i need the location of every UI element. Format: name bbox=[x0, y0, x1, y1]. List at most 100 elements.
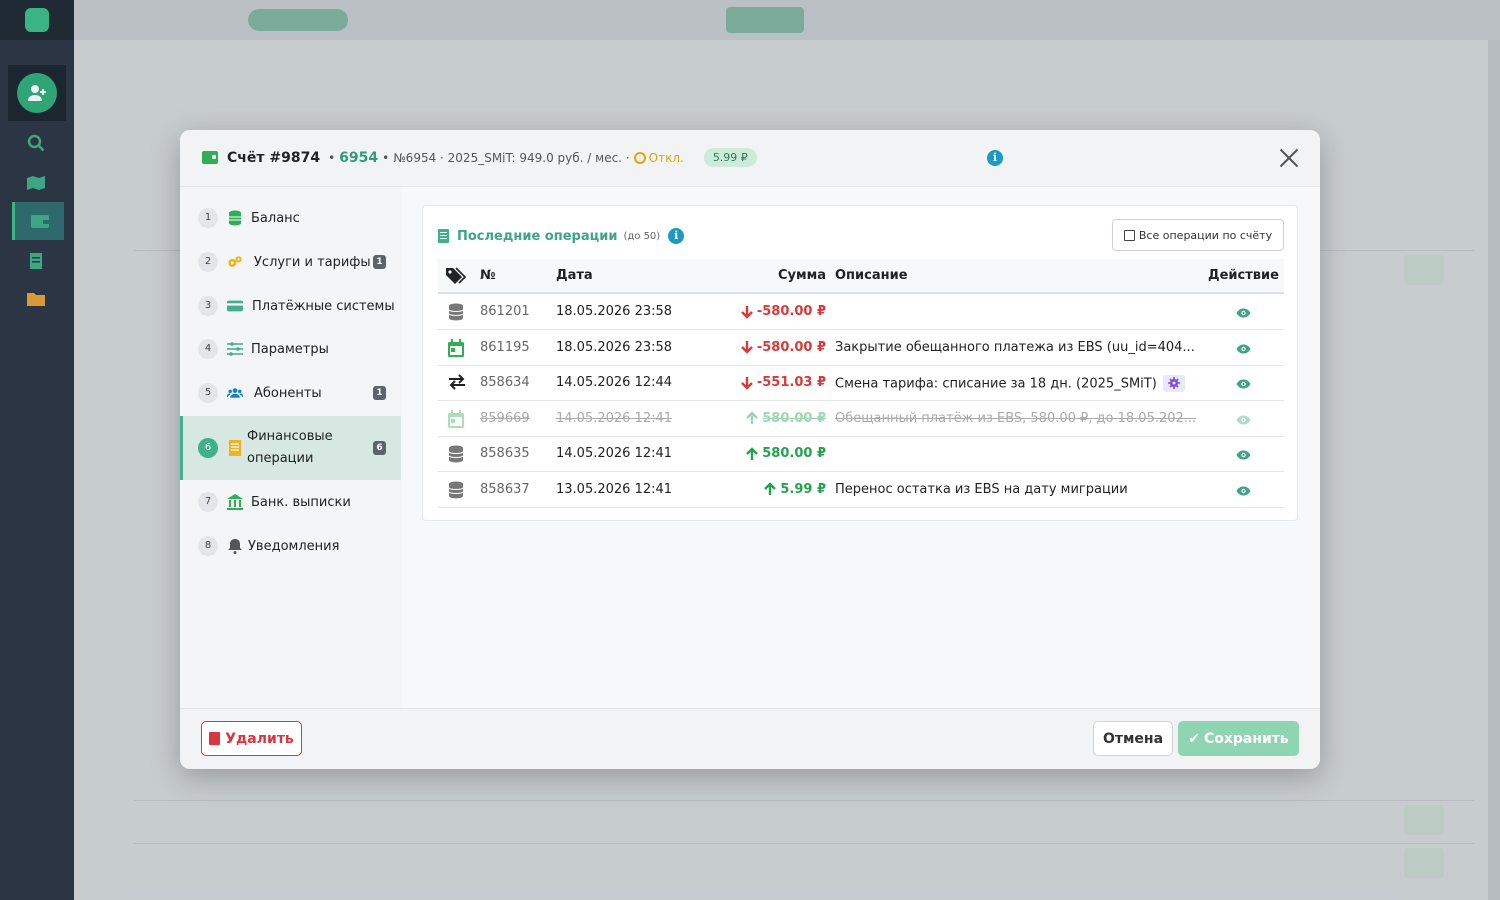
operation-date: 13.05.2026 12:41 bbox=[556, 481, 673, 497]
nav-number: 4 bbox=[198, 339, 218, 359]
operation-number[interactable]: 861201 bbox=[480, 304, 530, 319]
info-icon[interactable]: i bbox=[668, 228, 685, 244]
nav-number: 6 bbox=[198, 438, 218, 458]
modal-content: Последние операции (до 50) i Все операци… bbox=[401, 187, 1320, 708]
status-label: Откл. bbox=[648, 150, 684, 165]
calendar-icon bbox=[448, 338, 466, 357]
operation-sum: 580.00 ₽ bbox=[745, 446, 826, 461]
gear-icon[interactable] bbox=[1162, 375, 1185, 392]
nav-count-badge: 1 bbox=[373, 386, 386, 400]
operation-number[interactable]: 861195 bbox=[480, 340, 530, 355]
table-header: № Дата Сумма Описание Действие bbox=[438, 259, 1284, 294]
column-header-description[interactable]: Описание bbox=[835, 268, 908, 283]
operation-sum-value: 580.00 ₽ bbox=[762, 446, 826, 461]
operation-number[interactable]: 858634 bbox=[480, 375, 530, 390]
arrow-down-icon bbox=[740, 376, 754, 390]
nav-number: 8 bbox=[198, 536, 218, 556]
table-row[interactable]: 858634 14.05.2026 12:44 -551.03 ₽ Смена тар… bbox=[438, 365, 1284, 401]
nav-label: Услуги и тарифы bbox=[254, 254, 371, 270]
database-icon bbox=[448, 445, 466, 463]
nav-item-notifications[interactable]: 8 Уведомления bbox=[180, 528, 401, 564]
operation-description: Смена тарифа: списание за 18 дн. (2025_S… bbox=[835, 375, 1200, 393]
check-icon: ✔ bbox=[1188, 730, 1200, 747]
calendar-icon bbox=[448, 409, 466, 428]
operation-sum: 580.00 ₽ bbox=[745, 411, 826, 426]
nav-item-balance[interactable]: 1 Баланс bbox=[180, 200, 401, 236]
nav-count-badge: 6 bbox=[373, 441, 386, 455]
nav-label: Уведомления bbox=[248, 538, 340, 554]
bell-icon bbox=[227, 538, 243, 554]
nav-label: Платёжные системы bbox=[252, 298, 395, 314]
info-icon[interactable]: i bbox=[987, 150, 1003, 166]
operation-description-text: Обещанный платёж из EBS, 580.00 ₽, до 18… bbox=[835, 410, 1197, 426]
exchange-icon bbox=[448, 374, 466, 392]
nav-item-services[interactable]: 2 Услуги и тарифы 1 bbox=[180, 244, 401, 280]
column-header-sum[interactable]: Сумма bbox=[778, 268, 826, 283]
account-modal: Счёт #9874 • 6954 • №6954 · 2025_SMiT: 9… bbox=[180, 130, 1320, 769]
operation-description: Обещанный платёж из EBS, 580.00 ₽, до 18… bbox=[835, 411, 1200, 426]
eye-icon[interactable] bbox=[1236, 307, 1251, 318]
nav-item-bank-statements[interactable]: 7 Банк. выписки bbox=[180, 484, 401, 520]
card-title-text: Последние операции bbox=[457, 228, 618, 244]
account-number: 6954 bbox=[339, 149, 379, 166]
nav-label: Банк. выписки bbox=[251, 494, 351, 510]
nav-label: Баланс bbox=[251, 210, 300, 226]
eye-icon[interactable] bbox=[1236, 343, 1251, 353]
operation-number[interactable]: 858635 bbox=[480, 446, 530, 461]
operation-number[interactable]: 859669 bbox=[480, 411, 530, 426]
account-details: №6954 · 2025_SMiT: 949.0 руб. / мес. · bbox=[393, 150, 630, 165]
wallet-icon bbox=[202, 151, 218, 164]
database-icon bbox=[448, 481, 466, 499]
modal-sidebar: 1 Баланс 2 Услуги и тарифы 1 3 Платёжные… bbox=[180, 187, 401, 708]
operation-date: 18.05.2026 23:58 bbox=[556, 304, 673, 319]
table-row[interactable]: 861201 18.05.2026 23:58 -580.00 ₽ bbox=[438, 294, 1284, 330]
operation-description: Закрытие обещанного платежа из EBS (uu_i… bbox=[835, 340, 1200, 355]
save-button[interactable]: ✔ Сохранить bbox=[1178, 721, 1299, 756]
eye-icon[interactable] bbox=[1236, 485, 1251, 495]
operation-description: Перенос остатка из EBS на дату миграции bbox=[835, 482, 1200, 497]
operation-sum-value: 5.99 ₽ bbox=[780, 481, 826, 497]
nav-item-financial-operations[interactable]: 6 Финансовые операции 6 bbox=[180, 416, 401, 480]
operation-sum: -580.00 ₽ bbox=[740, 340, 826, 355]
operation-sum: -580.00 ₽ bbox=[740, 304, 826, 319]
operation-date: 14.05.2026 12:41 bbox=[556, 446, 673, 461]
tags-icon bbox=[446, 267, 468, 289]
eye-icon[interactable] bbox=[1236, 378, 1251, 389]
close-button[interactable] bbox=[1278, 147, 1300, 169]
eye-icon[interactable] bbox=[1236, 449, 1251, 460]
document-icon bbox=[438, 229, 449, 243]
delete-button[interactable]: Удалить bbox=[201, 721, 302, 756]
operation-date: 14.05.2026 12:44 bbox=[556, 375, 673, 390]
table-row[interactable]: 858635 14.05.2026 12:41 580.00 ₽ bbox=[438, 436, 1284, 472]
operation-description-text: Закрытие обещанного платежа из EBS (uu_i… bbox=[835, 339, 1195, 355]
credit-card-icon bbox=[227, 298, 243, 314]
delete-label: Удалить bbox=[225, 730, 294, 747]
nav-item-parameters[interactable]: 4 Параметры bbox=[180, 331, 401, 367]
operation-sum-value: -551.03 ₽ bbox=[756, 375, 826, 390]
card-subtitle: (до 50) bbox=[623, 230, 661, 242]
table-row[interactable]: 861195 18.05.2026 23:58 -580.00 ₽ Закрытие … bbox=[438, 330, 1284, 366]
modal-footer: Удалить Отмена ✔ Сохранить bbox=[180, 708, 1320, 769]
operation-sum: 5.99 ₽ bbox=[763, 482, 826, 497]
operation-description-text: Перенос остатка из EBS на дату миграции bbox=[835, 481, 1128, 497]
bank-icon bbox=[227, 494, 243, 510]
nav-item-subscribers[interactable]: 5 Абоненты 1 bbox=[180, 375, 401, 411]
column-header-date[interactable]: Дата bbox=[556, 268, 593, 283]
arrow-up-icon bbox=[745, 446, 759, 461]
nav-item-payment-systems[interactable]: 3 Платёжные системы bbox=[180, 288, 401, 324]
nav-number: 5 bbox=[198, 383, 218, 403]
operation-number[interactable]: 858637 bbox=[480, 482, 530, 497]
column-header-no[interactable]: № bbox=[480, 268, 496, 283]
table-row[interactable]: 858637 13.05.2026 12:41 5.99 ₽ Перенос оста… bbox=[438, 472, 1284, 508]
cancel-button[interactable]: Отмена bbox=[1093, 721, 1173, 756]
nav-number: 3 bbox=[198, 296, 218, 316]
cancel-label: Отмена bbox=[1102, 730, 1164, 747]
eye-icon[interactable] bbox=[1236, 414, 1251, 424]
table-row[interactable]: 859669 14.05.2026 12:41 580.00 ₽ Обещанный … bbox=[438, 401, 1284, 437]
all-operations-button[interactable]: Все операции по счёту bbox=[1112, 219, 1284, 251]
column-header-action[interactable]: Действие bbox=[1208, 268, 1279, 283]
modal-title: Счёт #9874 • 6954 • №6954 · 2025_SMiT: 9… bbox=[202, 148, 757, 167]
title-separator: • bbox=[382, 150, 390, 165]
nav-number: 1 bbox=[198, 208, 218, 228]
operation-description-text: Смена тарифа: списание за 18 дн. (2025_S… bbox=[835, 376, 1157, 392]
